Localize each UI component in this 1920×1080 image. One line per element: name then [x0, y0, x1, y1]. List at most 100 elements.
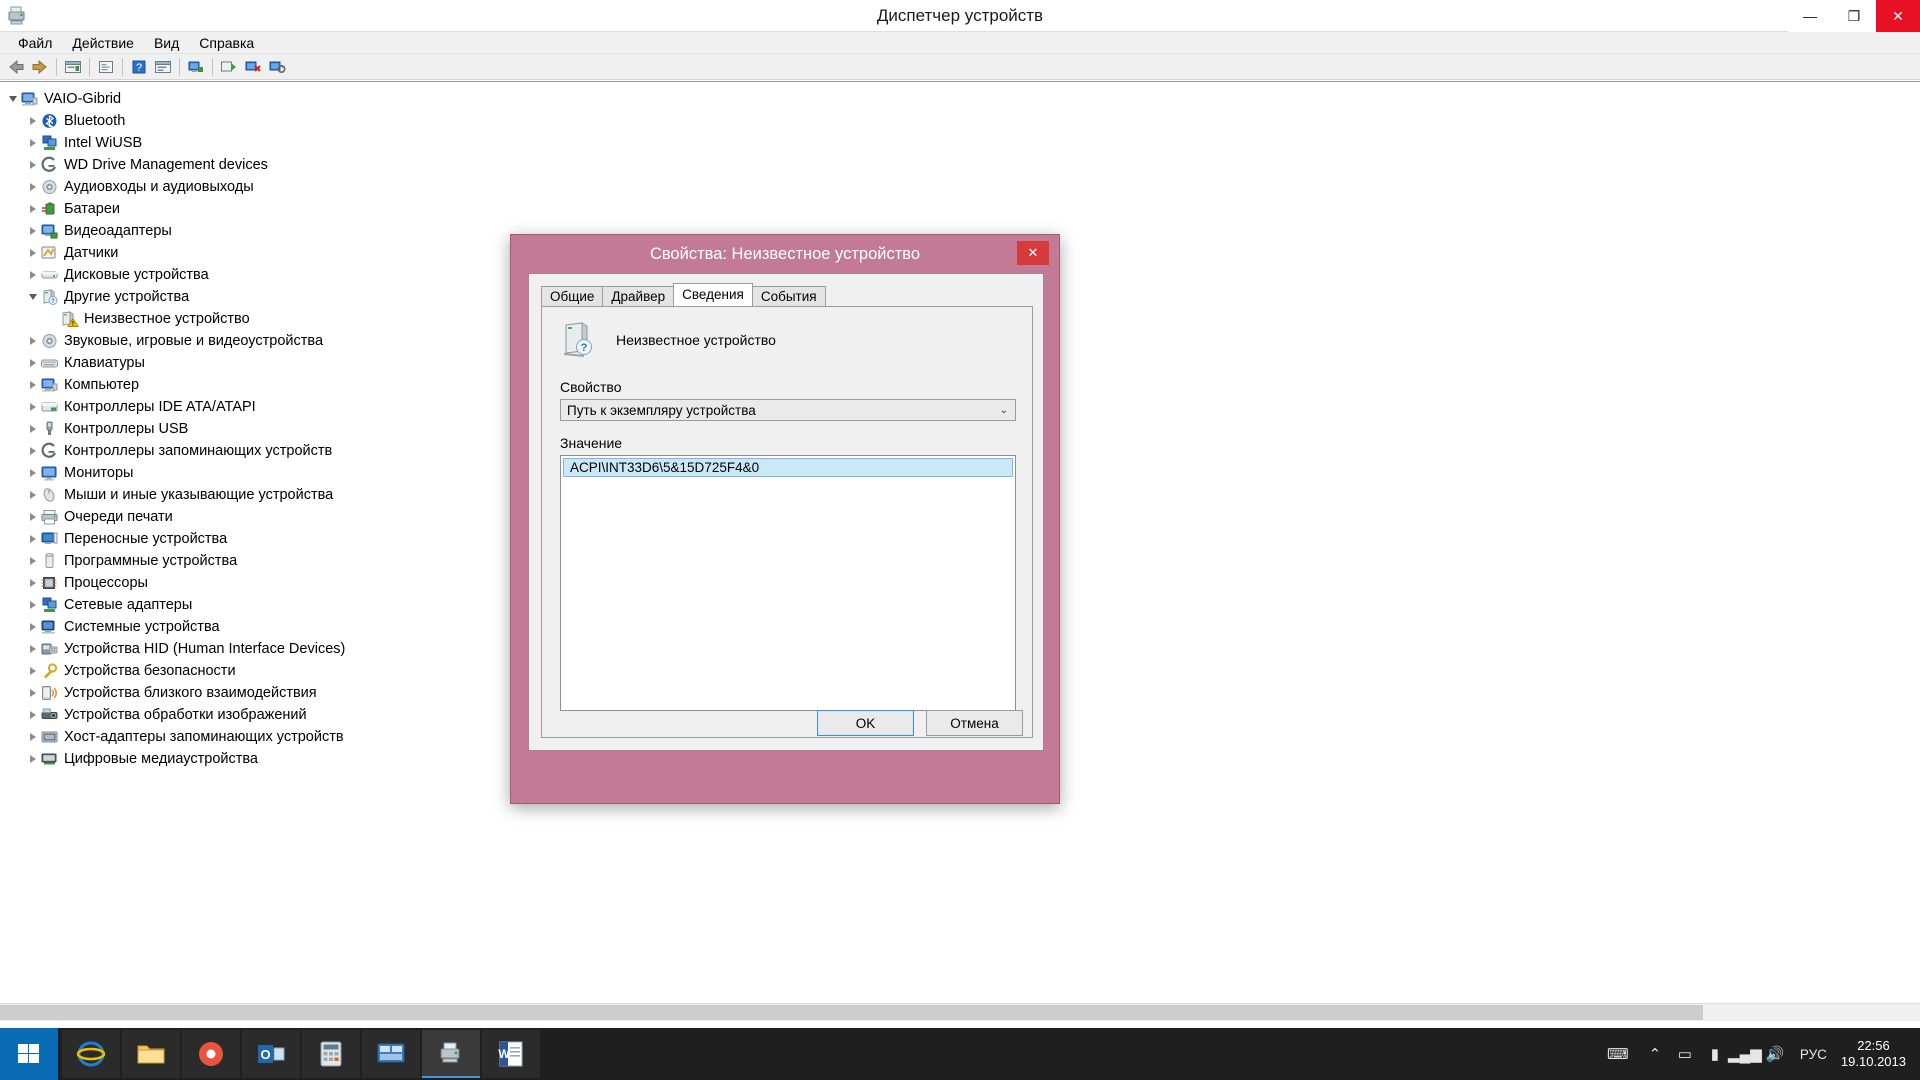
value-list[interactable]: ACPI\INT33D6\5&15D725F4&0: [560, 455, 1016, 711]
expand-arrow-icon[interactable]: [26, 704, 40, 726]
taskbar-outlook[interactable]: O: [242, 1030, 300, 1078]
uninstall-device-icon[interactable]: [266, 56, 288, 78]
expand-arrow-icon[interactable]: [26, 352, 40, 374]
expand-arrow-icon[interactable]: [26, 748, 40, 770]
keyboard-icon[interactable]: ⌨: [1596, 1028, 1640, 1080]
show-hidden-icons-icon[interactable]: ⌃: [1640, 1028, 1670, 1080]
tree-item[interactable]: WD Drive Management devices: [0, 154, 1200, 176]
expand-arrow-icon[interactable]: [26, 484, 40, 506]
tree-item-label: Контроллеры IDE ATA/ATAPI: [64, 399, 256, 415]
tab-details[interactable]: Сведения: [673, 283, 753, 306]
expand-arrow-icon[interactable]: [26, 176, 40, 198]
tree-item-label: Устройства безопасности: [64, 663, 236, 679]
expand-arrow-icon[interactable]: [26, 682, 40, 704]
volume-icon[interactable]: 🔊: [1760, 1028, 1790, 1080]
expand-arrow-icon[interactable]: [26, 726, 40, 748]
expand-arrow-icon[interactable]: [26, 440, 40, 462]
expand-arrow-icon[interactable]: [26, 374, 40, 396]
collapse-arrow-icon[interactable]: [6, 88, 20, 110]
taskbar-calculator[interactable]: [302, 1030, 360, 1078]
expand-arrow-icon[interactable]: [26, 264, 40, 286]
expand-arrow-icon[interactable]: [26, 418, 40, 440]
device-properties-dialog: Свойства: Неизвестное устройство ✕ Общие…: [510, 234, 1060, 804]
back-icon[interactable]: [5, 56, 27, 78]
language-indicator[interactable]: РУС: [1790, 1047, 1837, 1062]
tree-item[interactable]: Батареи: [0, 198, 1200, 220]
disable-device-icon[interactable]: [242, 56, 264, 78]
bluetooth-icon: [40, 112, 59, 130]
taskbar-media-player[interactable]: [182, 1030, 240, 1078]
tab-events[interactable]: События: [751, 286, 826, 306]
start-button[interactable]: [0, 1028, 58, 1080]
network-icon[interactable]: ▂▄▆: [1728, 1028, 1762, 1080]
expand-arrow-icon[interactable]: [26, 572, 40, 594]
tree-item[interactable]: Intel WiUSB: [0, 132, 1200, 154]
taskbar-internet-explorer[interactable]: [62, 1030, 120, 1078]
close-button[interactable]: ✕: [1876, 0, 1920, 32]
collapse-arrow-icon[interactable]: [26, 286, 40, 308]
scrollbar-thumb[interactable]: [0, 1005, 1703, 1020]
tab-general[interactable]: Общие: [541, 286, 604, 306]
tree-item-label: WD Drive Management devices: [64, 157, 268, 173]
expand-arrow-icon[interactable]: [26, 616, 40, 638]
help-icon[interactable]: ?: [128, 56, 150, 78]
clock[interactable]: 22:56 19.10.2013: [1837, 1038, 1920, 1070]
keyboard-icon: [40, 354, 59, 372]
system-device-icon: [40, 618, 59, 636]
expand-arrow-icon[interactable]: [26, 110, 40, 132]
property-dropdown[interactable]: Путь к экземпляру устройства ⌄: [560, 399, 1016, 421]
taskbar-word[interactable]: W: [482, 1030, 540, 1078]
forward-icon[interactable]: [29, 56, 51, 78]
tree-item[interactable]: Аудиовходы и аудиовыходы: [0, 176, 1200, 198]
dialog-buttons: OK Отмена: [805, 710, 1023, 736]
value-list-item[interactable]: ACPI\INT33D6\5&15D725F4&0: [563, 458, 1013, 477]
device-header: ? Неизвестное устройство: [560, 321, 776, 359]
usb-icon: [40, 420, 59, 438]
action-center-icon[interactable]: ▭: [1670, 1028, 1700, 1080]
cancel-button[interactable]: Отмена: [926, 710, 1023, 736]
device-list-icon[interactable]: [152, 56, 174, 78]
expand-arrow-icon[interactable]: [26, 396, 40, 418]
expand-arrow-icon[interactable]: [26, 132, 40, 154]
scan-hardware-icon[interactable]: [185, 56, 207, 78]
expand-arrow-icon[interactable]: [26, 242, 40, 264]
taskbar-file-explorer[interactable]: [122, 1030, 180, 1078]
software-device-icon: [40, 552, 59, 570]
nfc-icon: [40, 684, 59, 702]
update-driver-icon[interactable]: [218, 56, 240, 78]
taskbar-device-manager[interactable]: [422, 1030, 480, 1078]
tree-item-label: Intel WiUSB: [64, 135, 143, 151]
tree-item-label: Мыши и иные указывающие устройства: [64, 487, 334, 503]
tab-driver[interactable]: Драйвер: [602, 286, 675, 306]
minimize-button[interactable]: —: [1788, 0, 1832, 32]
expand-arrow-icon[interactable]: [26, 638, 40, 660]
expand-arrow-icon[interactable]: [26, 330, 40, 352]
hid-icon: [40, 640, 59, 658]
show-hidden-icon[interactable]: [95, 56, 117, 78]
tree-item[interactable]: Bluetooth: [0, 110, 1200, 132]
tree-item-label: Хост-адаптеры запоминающих устройств: [64, 729, 344, 745]
taskbar-control-panel[interactable]: [362, 1030, 420, 1078]
computer-icon: [40, 376, 59, 394]
expand-arrow-icon[interactable]: [26, 198, 40, 220]
menu-help[interactable]: Справка: [189, 34, 264, 52]
tree-item[interactable]: VAIO-Gibrid: [0, 88, 1200, 110]
expand-arrow-icon[interactable]: [26, 220, 40, 242]
horizontal-scrollbar[interactable]: [0, 1003, 1920, 1021]
menu-action[interactable]: Действие: [62, 34, 144, 52]
dialog-close-button[interactable]: ✕: [1017, 241, 1049, 265]
expand-arrow-icon[interactable]: [26, 528, 40, 550]
toolbar-separator: [89, 57, 90, 76]
expand-arrow-icon[interactable]: [26, 550, 40, 572]
expand-arrow-icon[interactable]: [26, 506, 40, 528]
maximize-button[interactable]: ❐: [1832, 0, 1876, 32]
battery-icon[interactable]: ▮: [1700, 1028, 1730, 1080]
menu-view[interactable]: Вид: [144, 34, 189, 52]
menu-file[interactable]: Файл: [8, 34, 62, 52]
expand-arrow-icon[interactable]: [26, 660, 40, 682]
ok-button[interactable]: OK: [817, 710, 914, 736]
expand-arrow-icon[interactable]: [26, 462, 40, 484]
expand-arrow-icon[interactable]: [26, 594, 40, 616]
expand-arrow-icon[interactable]: [26, 154, 40, 176]
properties-icon[interactable]: [62, 56, 84, 78]
